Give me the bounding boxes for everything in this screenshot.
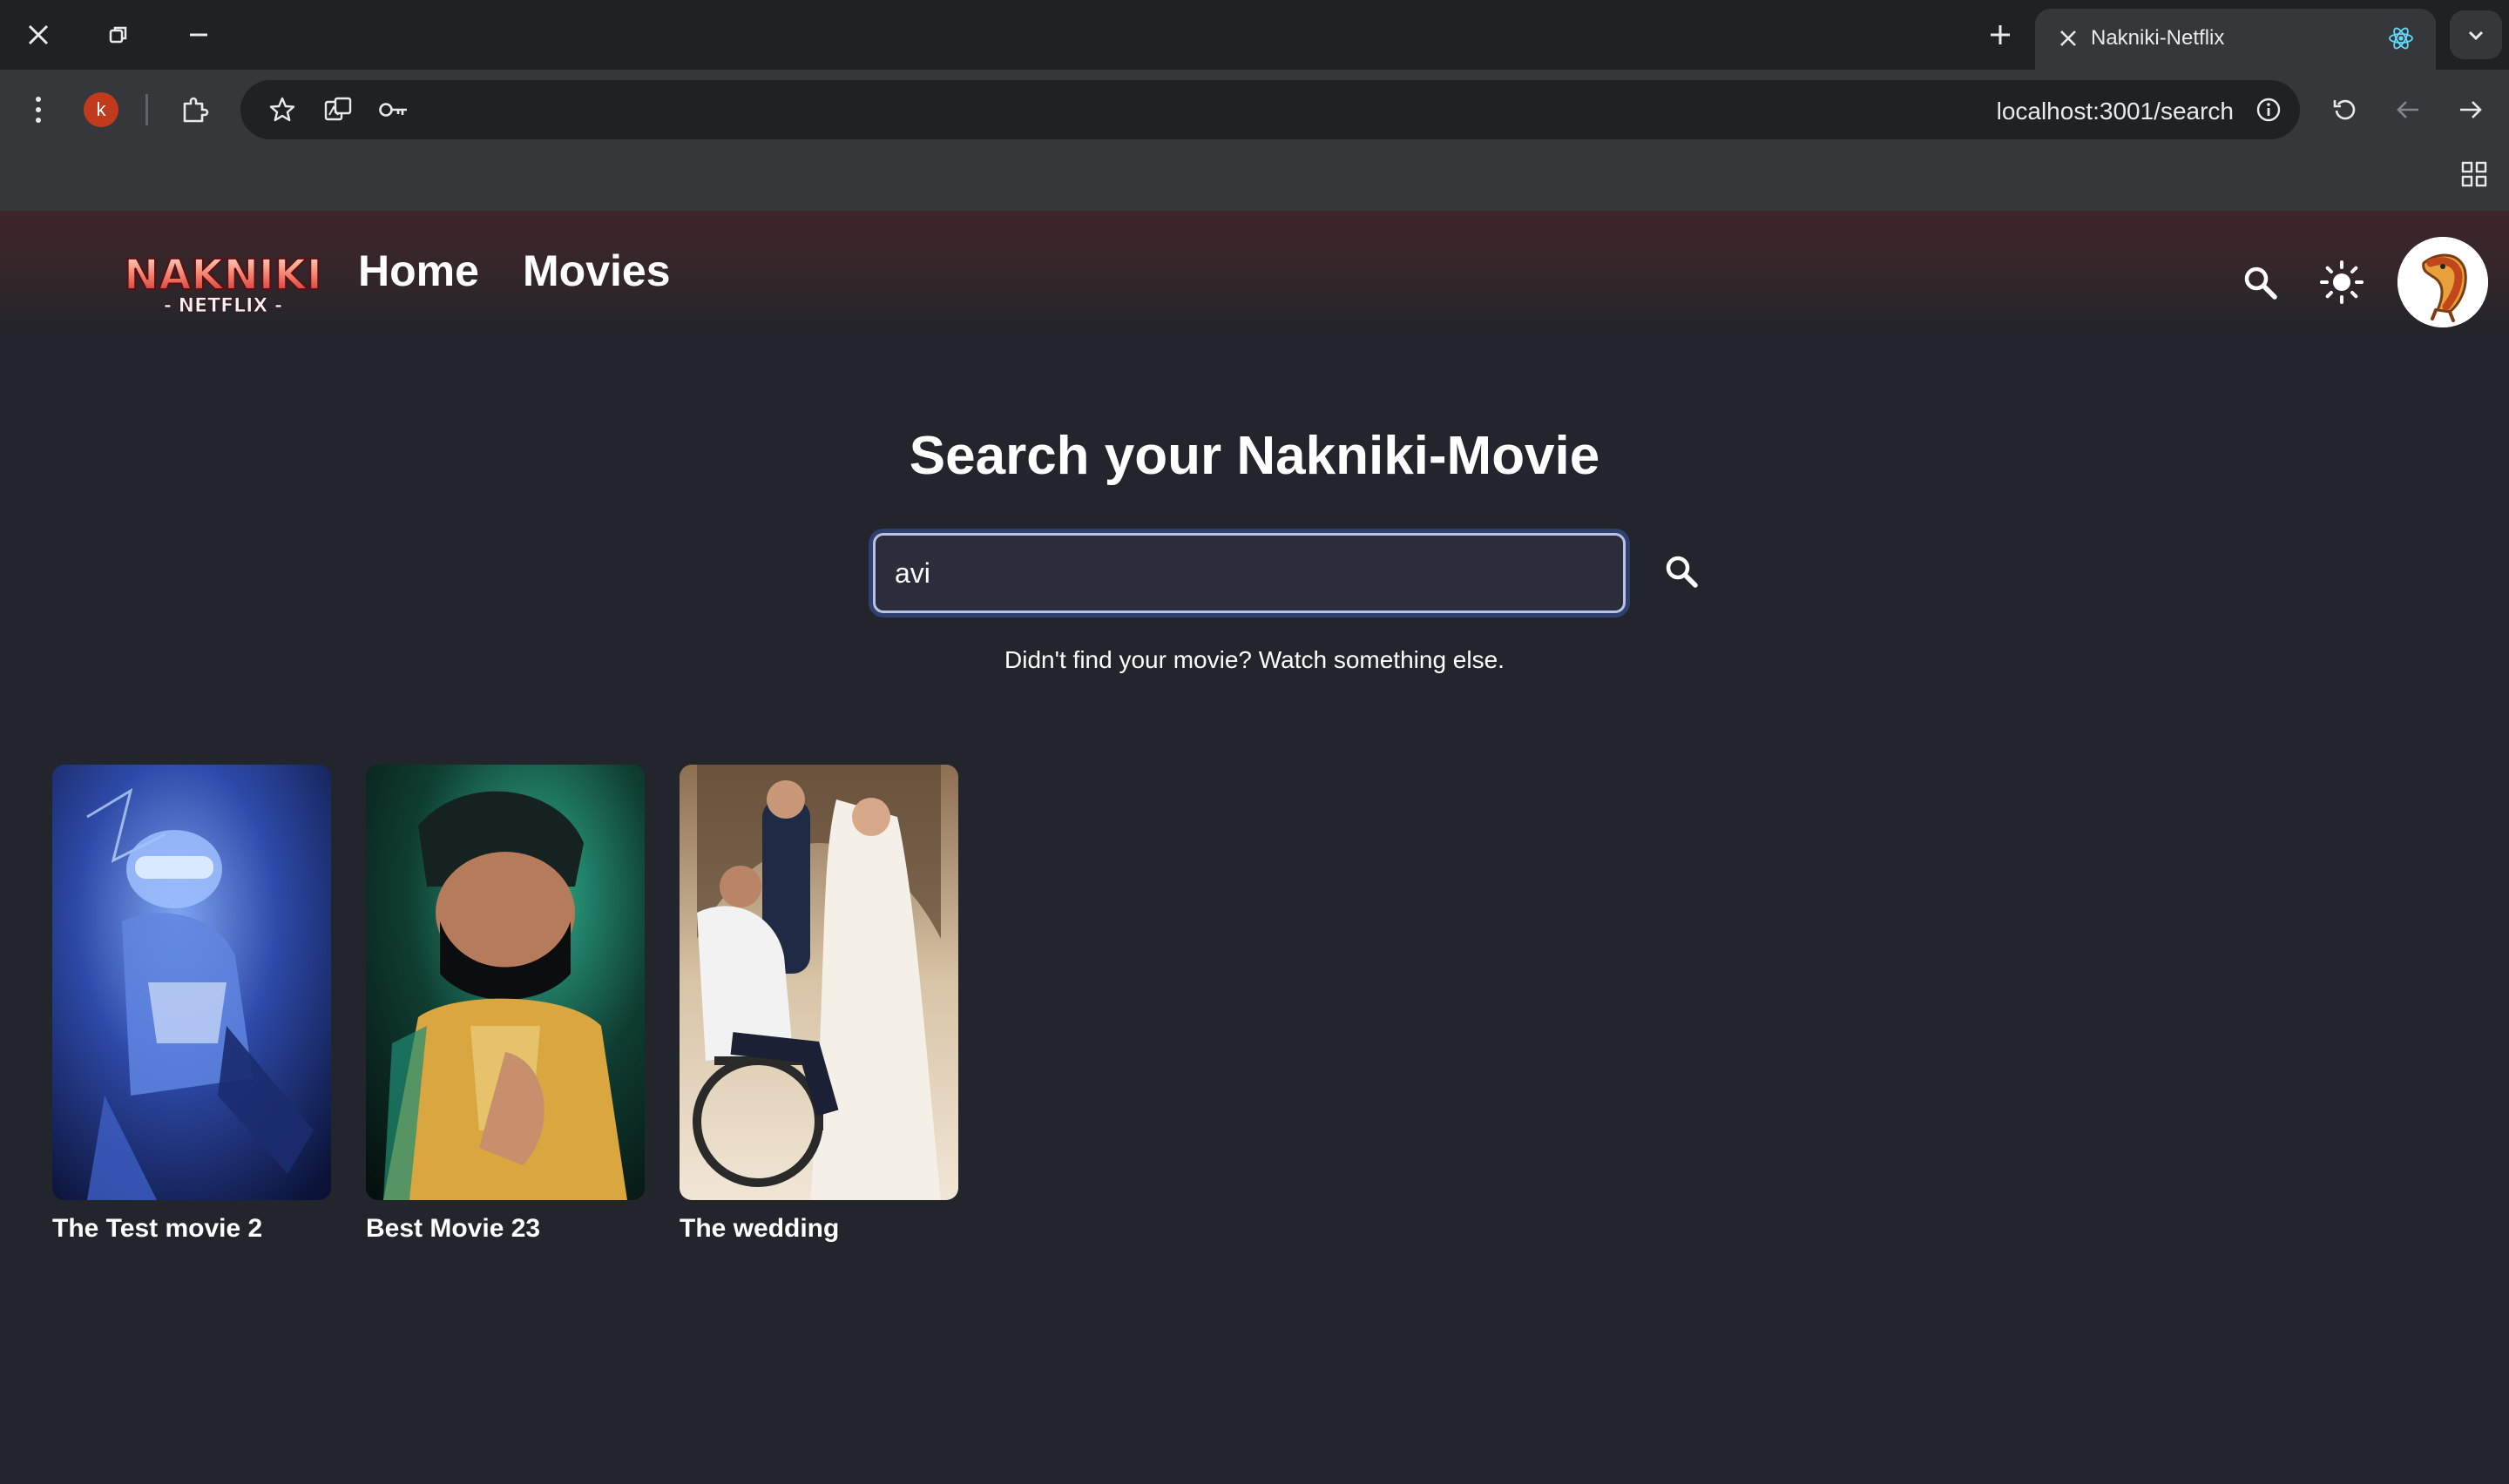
plus-icon xyxy=(1991,25,2010,44)
search-icon xyxy=(1666,556,1698,588)
chevron-down-icon xyxy=(2468,30,2484,41)
tab-search-button[interactable] xyxy=(2450,10,2502,59)
passwords-button[interactable] xyxy=(371,87,416,132)
logo-main-text: NAKNIKI xyxy=(124,251,322,300)
star-icon xyxy=(269,97,295,122)
restore-icon xyxy=(109,26,127,44)
movie-title: The Test movie 2 xyxy=(52,1214,263,1243)
back-button[interactable] xyxy=(2385,87,2431,132)
nakniki-netflix-logo[interactable]: NAKNIKI - NETFLIX - xyxy=(118,246,328,319)
nav-movies-link[interactable]: Movies xyxy=(523,246,671,296)
hotdog-mascot-icon xyxy=(2397,237,2488,327)
sun-icon xyxy=(2320,260,2364,304)
puzzle-icon xyxy=(183,97,209,123)
close-icon xyxy=(2060,30,2076,46)
header-search-button[interactable] xyxy=(2232,254,2288,310)
minimize-icon xyxy=(190,33,207,37)
tab-close-button[interactable] xyxy=(2051,21,2086,56)
site-info-button[interactable] xyxy=(2246,87,2291,132)
logo-sub-text: - NETFLIX - xyxy=(164,295,282,317)
movie-poster-image xyxy=(680,765,958,1200)
movie-title: Best Movie 23 xyxy=(366,1214,541,1243)
theme-toggle-button[interactable] xyxy=(2314,254,2370,310)
reload-icon xyxy=(2333,99,2356,120)
translate-button[interactable] xyxy=(315,87,361,132)
extensions-button[interactable] xyxy=(172,87,218,132)
browser-tab-strip: Nakniki-Netflix xyxy=(0,0,2509,70)
movie-search-input[interactable] xyxy=(873,533,1626,613)
movie-poster-image xyxy=(366,765,645,1200)
address-bar[interactable]: localhost:3001/search xyxy=(240,80,2300,139)
app-header: NAKNIKI - NETFLIX - Home Movies xyxy=(0,211,2509,333)
url-text[interactable]: localhost:3001/search xyxy=(1997,98,2234,125)
minimize-window-button[interactable] xyxy=(174,10,223,59)
close-window-button[interactable] xyxy=(14,10,63,59)
nav-home-link[interactable]: Home xyxy=(358,246,479,296)
apps-button[interactable] xyxy=(2452,152,2497,197)
movie-card[interactable]: The wedding xyxy=(680,765,958,1244)
key-icon xyxy=(379,103,407,117)
movie-card[interactable]: The Test movie 2 xyxy=(52,765,331,1244)
browser-toolbar: k localhost:3001/search xyxy=(0,70,2509,211)
close-icon xyxy=(28,24,49,45)
arrow-left-icon xyxy=(2397,101,2418,118)
active-tab[interactable]: Nakniki-Netflix xyxy=(2035,9,2436,70)
tab-title: Nakniki-Netflix xyxy=(2091,26,2225,50)
info-icon xyxy=(2256,98,2281,122)
bookmark-star-button[interactable] xyxy=(260,87,305,132)
kebab-menu-icon xyxy=(36,97,41,123)
arrow-right-icon xyxy=(2460,101,2482,118)
search-icon xyxy=(2244,266,2277,300)
profile-button[interactable]: k xyxy=(78,87,124,132)
page-title: Search your Nakniki-Movie xyxy=(909,426,1600,486)
movie-card[interactable]: Best Movie 23 xyxy=(366,765,645,1244)
search-hint-text: Didn't find your movie? Watch something … xyxy=(1004,646,1505,673)
user-avatar[interactable] xyxy=(2397,237,2488,327)
reload-button[interactable] xyxy=(2323,87,2368,132)
grid-icon xyxy=(2461,161,2487,187)
new-tab-button[interactable] xyxy=(1976,10,2025,59)
toolbar-separator xyxy=(145,94,148,125)
browser-menu-button[interactable] xyxy=(16,87,61,132)
search-submit-button[interactable] xyxy=(1655,545,1708,597)
movie-title: The wedding xyxy=(680,1214,840,1243)
translate-icon xyxy=(324,97,352,121)
movie-poster-image xyxy=(52,765,331,1200)
restore-window-button[interactable] xyxy=(94,10,143,59)
forward-button[interactable] xyxy=(2448,87,2493,132)
profile-avatar: k xyxy=(84,92,118,127)
react-devtools-icon xyxy=(2384,21,2418,56)
